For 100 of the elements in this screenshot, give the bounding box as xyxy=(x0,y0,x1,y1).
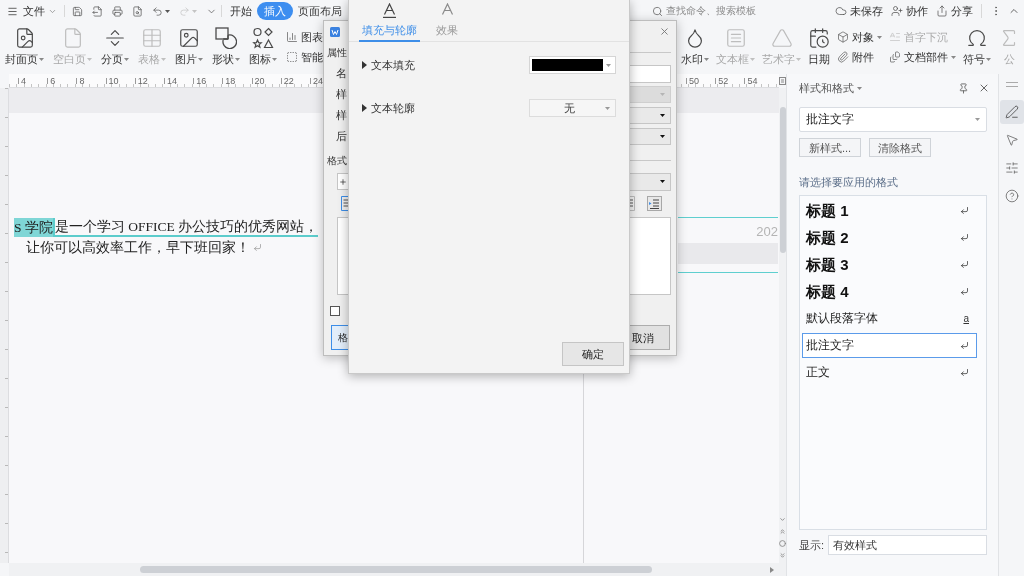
undo-button[interactable] xyxy=(152,5,170,17)
triangle-icon xyxy=(770,27,793,49)
browse-object-icon[interactable] xyxy=(779,540,786,547)
ribbon-button[interactable]: 文档部件 xyxy=(889,49,956,65)
cloud-icon xyxy=(835,5,847,17)
ribbon-button[interactable]: 对象 xyxy=(837,29,882,45)
style-list-item[interactable]: 标题 3 xyxy=(802,252,977,277)
ruler-number: 14 xyxy=(166,75,177,86)
scroll-right-icon[interactable] xyxy=(770,566,774,573)
pin-icon[interactable] xyxy=(958,82,969,94)
save-button[interactable] xyxy=(72,5,83,17)
print-preview-button[interactable] xyxy=(132,5,143,17)
caret-icon xyxy=(660,180,665,183)
ribbon-tab[interactable]: 开始 xyxy=(225,2,257,20)
ribbon-button[interactable]: 附件 xyxy=(837,49,882,65)
ribbon-button[interactable]: 形状 xyxy=(212,27,240,66)
expand-triangle-icon[interactable] xyxy=(362,61,367,69)
print-button[interactable] xyxy=(112,5,123,17)
style-list-item[interactable]: 默认段落字体 a xyxy=(802,306,977,331)
checkbox[interactable] xyxy=(330,306,340,316)
ribbon-button[interactable]: 图标 xyxy=(249,27,277,66)
document-text: 让你可以高效率工作，早下班回家！ xyxy=(26,239,250,257)
page-break-icon xyxy=(104,27,126,49)
comment-date: 202 xyxy=(756,224,778,240)
cube-icon xyxy=(837,31,849,43)
document-text: 是一个学习 OFFICE 办公技巧的优秀网站， xyxy=(52,218,319,237)
close-icon[interactable] xyxy=(978,82,990,94)
ribbon-button[interactable]: 日期 xyxy=(808,27,830,66)
cancel-button[interactable]: 取消 xyxy=(630,325,670,350)
indent-icon[interactable] xyxy=(647,196,662,211)
panel-title-menu[interactable]: 样式和格式 xyxy=(799,81,862,95)
save-icon xyxy=(72,5,83,17)
caret-icon xyxy=(606,63,611,67)
text-field[interactable] xyxy=(630,64,671,83)
ruler-number: 24 xyxy=(312,75,323,86)
scrollbar-thumb[interactable] xyxy=(140,566,652,573)
export-button[interactable] xyxy=(92,5,103,17)
ribbon-button[interactable]: 智能 xyxy=(286,49,323,65)
style-list-item[interactable]: 标题 2 xyxy=(802,225,977,250)
style-list-item[interactable]: 正文 xyxy=(802,360,977,385)
drag-handle-icon[interactable] xyxy=(1005,82,1018,87)
save-status-button[interactable]: 未保存 xyxy=(835,4,883,18)
fill-color-dropdown[interactable] xyxy=(529,56,616,74)
style-list-item[interactable]: 标题 1 xyxy=(802,198,977,223)
dropdown-field[interactable] xyxy=(630,107,671,124)
pen-icon xyxy=(1004,105,1019,119)
field-label: 样 xyxy=(336,109,347,122)
paragraph-style-icon xyxy=(960,368,969,377)
ruler-toggle-icon[interactable] xyxy=(779,77,786,85)
share-button[interactable]: 分享 xyxy=(936,4,973,18)
print-icon xyxy=(112,5,123,17)
style-list-item[interactable]: 标题 4 xyxy=(802,279,977,304)
align-icon[interactable] xyxy=(341,196,348,211)
close-icon[interactable] xyxy=(659,26,670,37)
style-dropdown[interactable]: 批注文字 xyxy=(799,107,987,132)
previous-page-icon[interactable] xyxy=(779,528,786,535)
pen-tool-button[interactable] xyxy=(999,100,1024,124)
expand-triangle-icon[interactable] xyxy=(362,104,367,112)
ok-button[interactable]: 确定 xyxy=(562,342,624,366)
outline-dropdown[interactable]: 无 xyxy=(529,99,616,117)
dropdown-field[interactable] xyxy=(630,172,671,191)
option-label: 文本填充 xyxy=(371,58,415,72)
ruler-number: 8 xyxy=(79,75,85,86)
next-page-icon[interactable] xyxy=(779,552,786,559)
image-icon xyxy=(178,27,200,49)
search-field[interactable]: 查找命令、搜索模板 xyxy=(666,4,762,18)
align-icon[interactable] xyxy=(630,196,635,211)
field-label: 样 xyxy=(336,88,347,101)
menu-icon[interactable] xyxy=(7,5,18,17)
caret-icon xyxy=(660,135,665,138)
ribbon-button[interactable]: 分页 xyxy=(101,27,129,66)
new-style-button[interactable]: 新样式... xyxy=(799,138,861,157)
dropdown-field[interactable] xyxy=(630,128,671,145)
add-button[interactable] xyxy=(337,173,348,190)
section-label: 属性 xyxy=(327,46,347,59)
caret-icon xyxy=(165,9,170,13)
ribbon-button[interactable]: 封面页 xyxy=(5,27,44,66)
format-button[interactable]: 格 xyxy=(331,325,348,350)
ribbon-button[interactable]: 图片 xyxy=(175,27,203,66)
ribbon-button[interactable]: 符号 xyxy=(963,27,991,66)
file-menu[interactable]: 文件 xyxy=(23,4,57,18)
chevron-down-icon[interactable] xyxy=(779,516,786,523)
clear-format-button[interactable]: 清除格式 xyxy=(869,138,931,157)
ruler-number: 52 xyxy=(718,75,729,86)
shapes-icon xyxy=(215,27,237,49)
caret-icon xyxy=(198,57,203,61)
scrollbar-thumb[interactable] xyxy=(779,107,786,253)
ribbon-button[interactable]: 图表 xyxy=(286,29,323,45)
search-icon xyxy=(652,5,663,17)
caret-icon xyxy=(87,57,92,61)
field-label: 后 xyxy=(336,130,347,143)
paragraph-style-icon xyxy=(960,206,969,215)
ribbon-tab[interactable]: 页面布局 xyxy=(293,2,347,20)
ribbon-button[interactable]: 水印 xyxy=(681,27,709,66)
omega-icon xyxy=(966,27,988,49)
collaborate-button[interactable]: 协作 xyxy=(891,4,928,18)
style-list-item[interactable]: 批注文字 xyxy=(802,333,977,358)
caret-icon xyxy=(192,9,197,13)
app-logo-icon xyxy=(330,26,340,37)
show-dropdown[interactable]: 有效样式 xyxy=(828,535,987,555)
